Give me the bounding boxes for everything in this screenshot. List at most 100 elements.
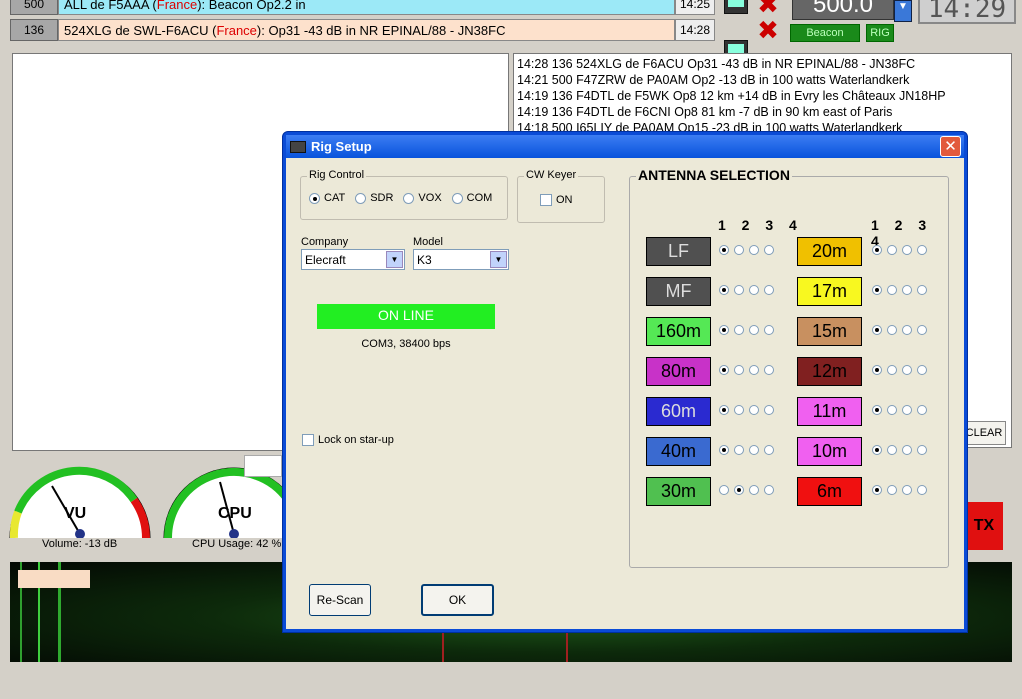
antenna-radio-2[interactable] [734, 445, 744, 455]
antenna-radio-1[interactable] [719, 325, 729, 335]
band-button-60m[interactable]: 60m [646, 397, 711, 426]
rig-option-cat[interactable]: CAT [309, 192, 345, 204]
antenna-radio-4[interactable] [917, 245, 927, 255]
antenna-radio-2[interactable] [734, 485, 744, 495]
antenna-radio-4[interactable] [917, 405, 927, 415]
rig-option-sdr[interactable]: SDR [355, 192, 393, 204]
antenna-radio-4[interactable] [917, 485, 927, 495]
band-button-20m[interactable]: 20m [797, 237, 862, 266]
close-icon[interactable]: ✕ [940, 136, 961, 157]
antenna-radio-3[interactable] [902, 245, 912, 255]
antenna-radio-1[interactable] [872, 285, 882, 295]
band-button-12m[interactable]: 12m [797, 357, 862, 386]
band-button-11m[interactable]: 11m [797, 397, 862, 426]
antenna-radio-4[interactable] [764, 285, 774, 295]
antenna-radio-2[interactable] [887, 485, 897, 495]
rescan-button[interactable]: Re-Scan [309, 584, 371, 616]
rig-option-com[interactable]: COM [451, 192, 492, 204]
band-button-lf[interactable]: LF [646, 237, 711, 266]
message-row[interactable]: 500 ALL de F5AAA (France): Beacon Op2.2 … [10, 0, 715, 16]
antenna-radio-3[interactable] [749, 285, 759, 295]
antenna-radio-3[interactable] [749, 405, 759, 415]
band-button-160m[interactable]: 160m [646, 317, 711, 346]
band-button-30m[interactable]: 30m [646, 477, 711, 506]
radio-icon[interactable] [309, 192, 320, 204]
model-select[interactable]: K3 ▼ [413, 249, 509, 270]
antenna-radio-2[interactable] [887, 245, 897, 255]
antenna-radio-3[interactable] [902, 365, 912, 375]
ok-button[interactable]: OK [421, 584, 494, 616]
antenna-radio-2[interactable] [734, 325, 744, 335]
antenna-radio-3[interactable] [902, 325, 912, 335]
company-select[interactable]: Elecraft ▼ [301, 249, 405, 270]
beacon-button[interactable]: Beacon [790, 24, 860, 42]
antenna-radio-1[interactable] [872, 365, 882, 375]
antenna-radio-4[interactable] [764, 485, 774, 495]
antenna-radio-2[interactable] [887, 285, 897, 295]
delete-icon[interactable]: ✖ [756, 18, 780, 44]
antenna-radio-3[interactable] [902, 485, 912, 495]
antenna-radio-4[interactable] [764, 325, 774, 335]
antenna-radio-3[interactable] [902, 405, 912, 415]
antenna-radio-1[interactable] [719, 245, 729, 255]
radio-icon[interactable] [451, 192, 463, 204]
antenna-radio-1[interactable] [719, 405, 729, 415]
delete-icon[interactable]: ✖ [756, 0, 780, 18]
cw-keyer-checkbox[interactable]: ON [540, 194, 573, 206]
antenna-radio-4[interactable] [917, 365, 927, 375]
antenna-radio-4[interactable] [917, 445, 927, 455]
band-button-40m[interactable]: 40m [646, 437, 711, 466]
antenna-radio-2[interactable] [734, 285, 744, 295]
antenna-radio-4[interactable] [764, 245, 774, 255]
antenna-radio-2[interactable] [887, 445, 897, 455]
antenna-radio-2[interactable] [734, 405, 744, 415]
antenna-radio-3[interactable] [902, 285, 912, 295]
antenna-radio-2[interactable] [734, 245, 744, 255]
antenna-radio-1[interactable] [872, 405, 882, 415]
radio-icon[interactable] [355, 192, 367, 204]
lock-on-startup-checkbox[interactable]: Lock on star-up [302, 434, 394, 446]
antenna-radio-4[interactable] [764, 445, 774, 455]
antenna-radio-4[interactable] [917, 285, 927, 295]
gauge-input[interactable] [244, 455, 282, 477]
message-row[interactable]: 136 524XLG de SWL-F6ACU (France): Op31 -… [10, 18, 715, 42]
frequency-down-icon[interactable]: ▼ [894, 0, 912, 22]
antenna-radio-2[interactable] [887, 405, 897, 415]
antenna-radio-1[interactable] [872, 445, 882, 455]
antenna-radio-1[interactable] [872, 245, 882, 255]
antenna-radio-2[interactable] [887, 365, 897, 375]
radio-icon[interactable] [403, 192, 415, 204]
antenna-radio-4[interactable] [764, 405, 774, 415]
antenna-radio-3[interactable] [902, 445, 912, 455]
antenna-radio-2[interactable] [734, 365, 744, 375]
dialog-titlebar[interactable]: Rig Setup [286, 135, 964, 158]
antenna-radio-1[interactable] [719, 365, 729, 375]
band-button-15m[interactable]: 15m [797, 317, 862, 346]
chevron-down-icon[interactable]: ▼ [490, 251, 507, 268]
antenna-radio-2[interactable] [887, 325, 897, 335]
chevron-down-icon[interactable]: ▼ [386, 251, 403, 268]
antenna-radio-1[interactable] [872, 325, 882, 335]
rig-option-vox[interactable]: VOX [403, 192, 442, 204]
antenna-radio-4[interactable] [917, 325, 927, 335]
band-button-mf[interactable]: MF [646, 277, 711, 306]
antenna-radio-3[interactable] [749, 485, 759, 495]
band-button-10m[interactable]: 10m [797, 437, 862, 466]
antenna-radio-3[interactable] [749, 245, 759, 255]
clear-button[interactable]: CLEAR [962, 421, 1006, 445]
antenna-radio-1[interactable] [719, 485, 729, 495]
waterfall-marker[interactable] [18, 570, 90, 588]
antenna-radio-1[interactable] [719, 445, 729, 455]
antenna-radio-1[interactable] [719, 285, 729, 295]
checkbox-icon[interactable] [540, 194, 552, 206]
antenna-radio-3[interactable] [749, 445, 759, 455]
antenna-radio-1[interactable] [872, 485, 882, 495]
rig-button[interactable]: RIG [866, 24, 894, 42]
antenna-radio-4[interactable] [764, 365, 774, 375]
antenna-radio-3[interactable] [749, 325, 759, 335]
antenna-radio-3[interactable] [749, 365, 759, 375]
computer-icon[interactable] [724, 0, 748, 14]
checkbox-icon[interactable] [302, 434, 314, 446]
band-button-80m[interactable]: 80m [646, 357, 711, 386]
band-button-6m[interactable]: 6m [797, 477, 862, 506]
